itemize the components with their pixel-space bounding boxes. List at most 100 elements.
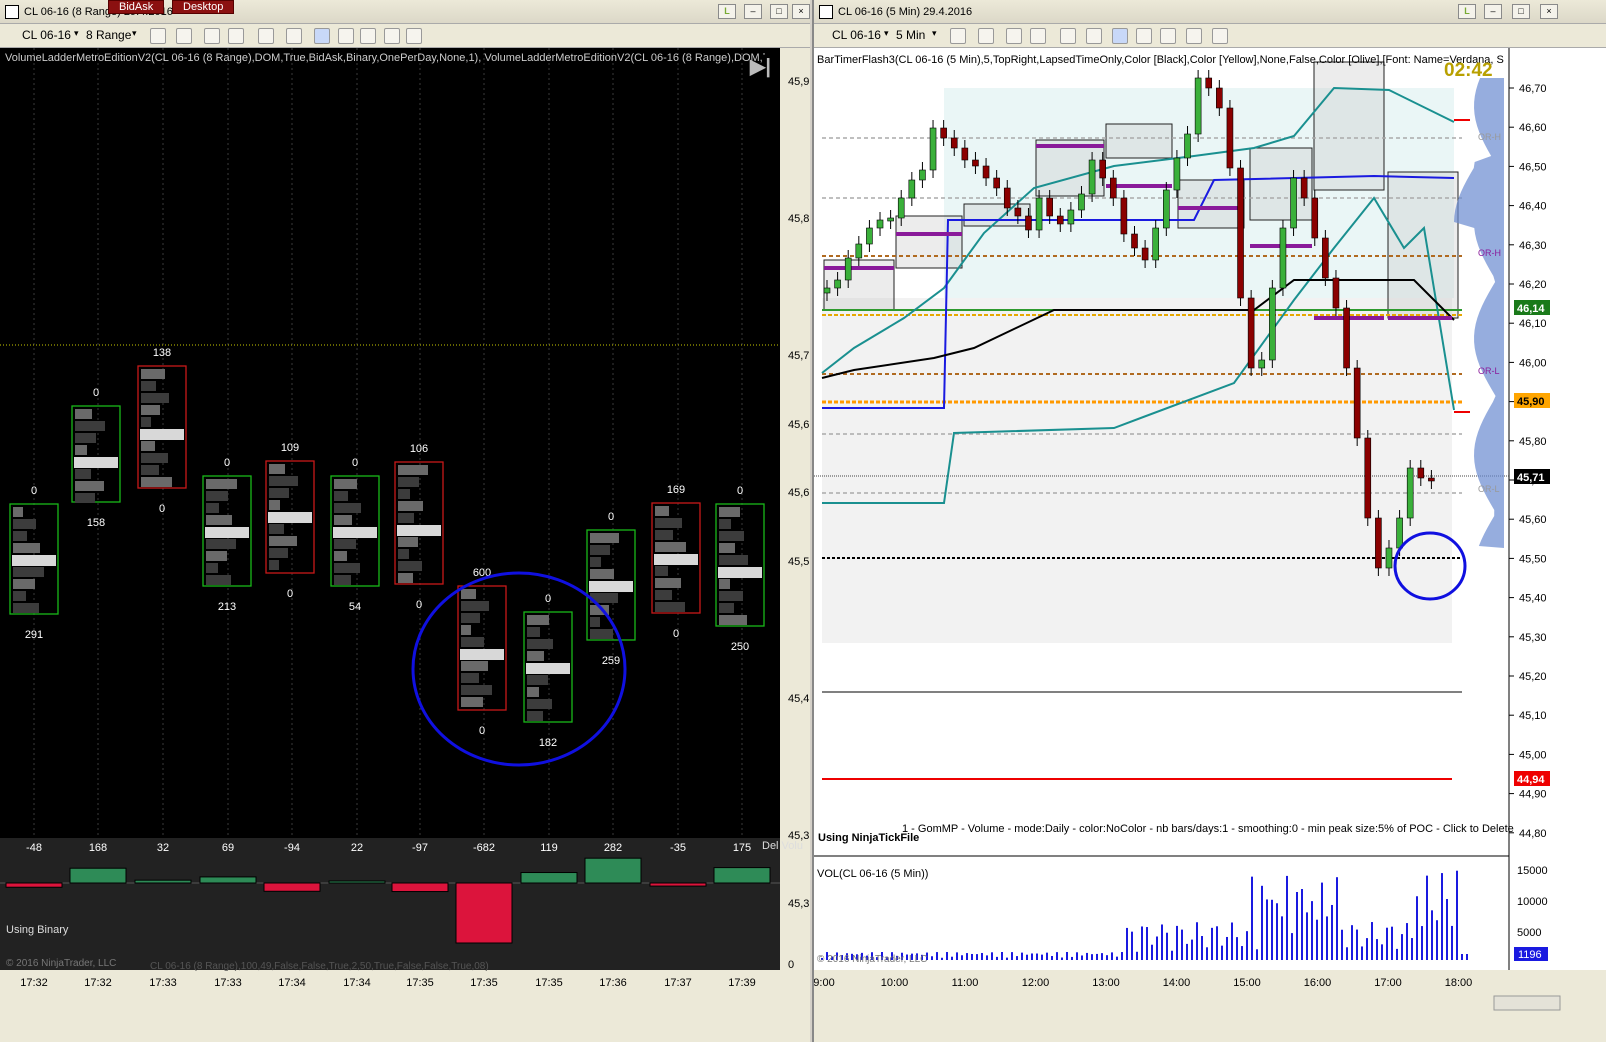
candle-body: [1216, 87, 1223, 109]
delta-value-label: -94: [284, 842, 300, 854]
indicators-icon[interactable]: [338, 28, 354, 44]
cluster-row-bar: [334, 503, 361, 513]
volume-ladder-chart[interactable]: 45,945,845,745,645,645,545,445,345,30029…: [0, 48, 810, 1042]
properties-icon[interactable]: [314, 28, 330, 44]
candle-body: [1385, 547, 1393, 569]
cluster-row-bar: [334, 515, 352, 525]
dollar-icon[interactable]: [1186, 28, 1202, 44]
bar-type-icon[interactable]: [950, 28, 966, 44]
cluster-row-bar: [75, 421, 105, 431]
candle-body: [1417, 467, 1425, 479]
eraser-icon[interactable]: [1030, 28, 1046, 44]
cluster-row-bar: [527, 639, 553, 649]
delta-panel: [0, 838, 780, 970]
candle-body: [834, 279, 841, 289]
delta-bar: [649, 882, 707, 887]
cluster-row-bar: [334, 539, 356, 549]
price-axis-label: 46,00: [1519, 357, 1547, 369]
poc-row-highlight: [268, 512, 312, 523]
gom-indicator-label[interactable]: 1 - GomMP - Volume - mode:Daily - color:…: [902, 823, 1514, 835]
maximize-button[interactable]: □: [770, 4, 788, 19]
pencil-icon[interactable]: [176, 28, 192, 44]
dollar-icon[interactable]: [384, 28, 400, 44]
pin-icon[interactable]: [1006, 28, 1022, 44]
period-selector[interactable]: 5 Min: [896, 28, 925, 42]
candle-body: [1322, 237, 1329, 279]
delta-value-label: 168: [89, 842, 107, 854]
crosshair-icon[interactable]: [258, 28, 274, 44]
price-axis-label: 45,10: [1519, 710, 1547, 722]
price-axis-label: 45,5: [788, 556, 809, 568]
candle-body: [1120, 197, 1128, 235]
crosshair-icon[interactable]: [1060, 28, 1076, 44]
cluster-row-bar: [719, 603, 734, 613]
range-box: [1313, 61, 1385, 191]
candle-body: [1364, 437, 1372, 519]
data-box-icon[interactable]: [1212, 28, 1228, 44]
minimize-button[interactable]: –: [1484, 4, 1502, 19]
range-box: [1387, 171, 1459, 319]
candle-body: [1269, 287, 1276, 361]
delta-bar: [263, 882, 321, 892]
range-box: [1105, 123, 1173, 159]
instrument-selector[interactable]: CL 06-16: [22, 28, 71, 42]
candle-body: [1173, 157, 1181, 191]
candle-body: [950, 137, 958, 149]
instrument-selector[interactable]: CL 06-16: [832, 28, 881, 42]
time-axis-label: 13:00: [1092, 977, 1120, 989]
close-button[interactable]: ×: [792, 4, 810, 19]
cluster-row-bar: [461, 673, 479, 683]
cluster-row-bar: [590, 545, 610, 555]
indicators-icon[interactable]: [1136, 28, 1152, 44]
zoom-icon[interactable]: [1086, 28, 1102, 44]
cluster-row-bar: [141, 369, 165, 379]
candle-body: [1003, 187, 1011, 209]
cluster-row-bar: [461, 661, 488, 671]
delta-bar: [520, 872, 578, 884]
left-indicator-label: VolumeLadderMetroEditionV2(CL 06-16 (8 R…: [5, 52, 765, 64]
link-icon[interactable]: L: [1458, 4, 1476, 19]
bar-type-icon[interactable]: [150, 28, 166, 44]
candle-body: [1375, 517, 1382, 569]
cluster-row-bar: [655, 590, 672, 600]
tab-desktop[interactable]: Desktop: [172, 0, 235, 14]
time-axis-label: 17:37: [664, 977, 692, 989]
maximize-button[interactable]: □: [1512, 4, 1530, 19]
candle-body: [1194, 77, 1202, 135]
cluster-top-total: 0: [31, 485, 37, 497]
strategies-icon[interactable]: [360, 28, 376, 44]
period-selector[interactable]: 8 Range: [86, 28, 131, 42]
play-icon[interactable]: ▶|: [750, 54, 771, 79]
cluster-row-bar: [141, 453, 168, 463]
link-icon[interactable]: L: [718, 4, 736, 19]
tab-bidask[interactable]: BidAsk: [108, 0, 165, 14]
candle-body: [1205, 77, 1213, 89]
cluster-row-bar: [141, 405, 160, 415]
data-box-icon[interactable]: [406, 28, 422, 44]
delta-bar: [584, 857, 642, 884]
pencil-icon[interactable]: [978, 28, 994, 44]
cluster-bottom-total: 0: [416, 599, 422, 611]
zoom-icon[interactable]: [286, 28, 302, 44]
close-button[interactable]: ×: [1540, 4, 1558, 19]
delta-bar: [134, 879, 192, 884]
time-axis-label: 9:00: [814, 977, 835, 989]
poc-row-highlight: [526, 663, 570, 674]
minute-chart[interactable]: 46,70 46,60 46,50 46,40 46,30 46,20 46,10 46,00…: [814, 48, 1606, 1042]
pin-icon[interactable]: [204, 28, 220, 44]
eraser-icon[interactable]: [228, 28, 244, 44]
strategies-icon[interactable]: [1160, 28, 1176, 44]
cluster-row-bar: [461, 625, 471, 635]
candle-body: [1109, 177, 1117, 199]
properties-icon[interactable]: [1112, 28, 1128, 44]
volume-axis-label: 10000: [1517, 896, 1548, 908]
minimize-button[interactable]: –: [744, 4, 762, 19]
candle-body: [1046, 197, 1053, 217]
candle-body: [961, 147, 969, 161]
candle-body: [1237, 167, 1244, 299]
time-axis-label: 17:35: [535, 977, 563, 989]
price-tag-red-text: 44,94: [1517, 774, 1545, 786]
delta-bar: [713, 867, 771, 884]
horizontal-scrollbar[interactable]: [1493, 995, 1561, 1011]
candle-body: [993, 177, 1000, 189]
